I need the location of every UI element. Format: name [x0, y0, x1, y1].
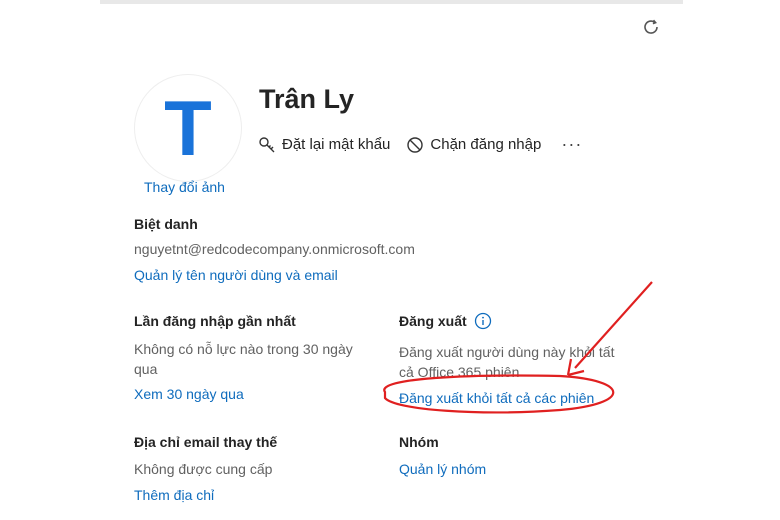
signout-label: Đăng xuất [399, 313, 467, 329]
alt-email-value: Không được cung cấp [134, 461, 273, 477]
signout-all-sessions-link[interactable]: Đăng xuất khỏi tất cả các phiên [399, 390, 594, 406]
info-icon[interactable] [474, 312, 492, 330]
manage-username-link[interactable]: Quản lý tên người dùng và email [134, 267, 338, 283]
manage-groups-link[interactable]: Quản lý nhóm [399, 461, 486, 477]
view-last-30-days-link[interactable]: Xem 30 ngày qua [134, 386, 244, 402]
avatar: T [134, 74, 242, 182]
signout-desc-line1: Đăng xuất người dùng này khỏi tất [399, 344, 615, 360]
add-address-link[interactable]: Thêm địa chỉ [134, 487, 214, 503]
user-display-name: Trân Ly [259, 84, 355, 114]
more-actions-icon[interactable]: ··· [561, 134, 582, 155]
left-background [0, 0, 100, 520]
alt-email-label: Địa chỉ email thay thế [134, 434, 278, 450]
last-signin-value-line1: Không có nỗ lực nào trong 30 ngày [134, 341, 353, 357]
right-background [683, 0, 780, 520]
refresh-icon[interactable] [640, 16, 662, 38]
alias-value: nguyetnt@redcodecompany.onmicrosoft.com [134, 241, 415, 257]
block-signin-label: Chặn đăng nhập [430, 136, 542, 153]
block-icon [407, 136, 424, 153]
reset-password-button[interactable]: Đặt lại mật khẩu [258, 136, 390, 154]
signout-desc-line2: cả Office 365 phiên [399, 364, 520, 380]
key-icon [259, 136, 275, 152]
avatar-letter: T [164, 84, 212, 172]
block-signin-button[interactable]: Chặn đăng nhập [406, 136, 541, 154]
groups-label: Nhóm [399, 434, 439, 450]
user-actions-toolbar: Đặt lại mật khẩu Chặn đăng nhập ··· [258, 134, 582, 155]
alias-label: Biệt danh [134, 216, 198, 232]
last-signin-value-line2: qua [134, 361, 158, 377]
reset-password-label: Đặt lại mật khẩu [282, 136, 391, 153]
change-photo-link[interactable]: Thay đổi ảnh [144, 179, 225, 195]
last-signin-label: Lần đăng nhập gần nhất [134, 313, 296, 329]
